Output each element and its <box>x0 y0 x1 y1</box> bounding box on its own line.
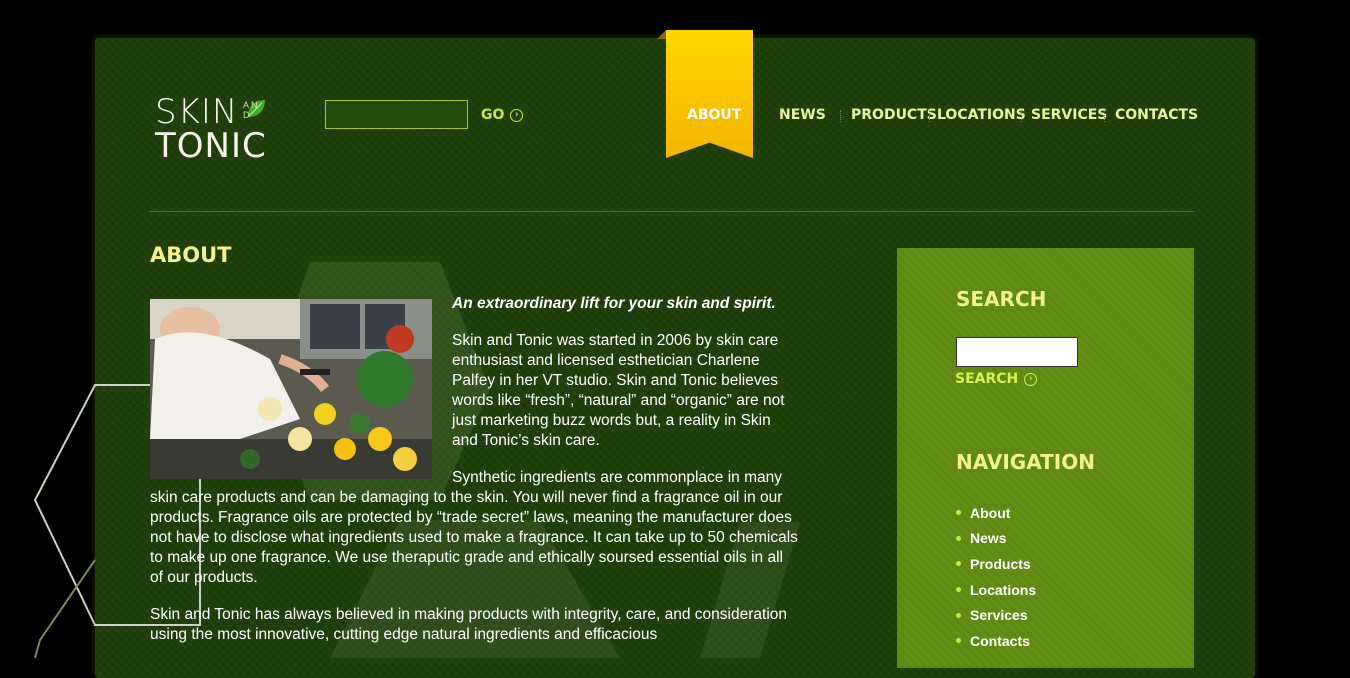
about-paragraph-3: Skin and Tonic has always believed in ma… <box>150 606 787 643</box>
bullet-icon <box>956 638 961 644</box>
sidebar-item-label: About <box>970 504 1011 521</box>
sidebar-item-services[interactable]: Services <box>956 602 1036 628</box>
arrow-right-circle-icon: › <box>510 108 524 122</box>
sidebar-item-locations[interactable]: Locations <box>956 577 1036 603</box>
bullet-icon <box>956 561 961 567</box>
sidebar-item-label: Contacts <box>970 632 1030 649</box>
ribbon-fold <box>657 30 666 39</box>
header-go-button[interactable]: GO › <box>481 107 524 123</box>
sidebar-navigation-heading: NAVIGATION <box>956 450 1095 474</box>
bullet-icon <box>956 535 961 541</box>
nav-locations[interactable]: LOCATIONS <box>937 107 1026 123</box>
sidebar-item-label: Services <box>970 607 1028 624</box>
sidebar-search-input[interactable] <box>956 337 1078 367</box>
sidebar-nav-list: About News Products Locations Services C… <box>956 500 1036 654</box>
nav-about[interactable]: ABOUT <box>687 107 741 123</box>
sidebar-search-label: SEARCH <box>955 371 1019 387</box>
nav-separator <box>929 110 930 122</box>
nav-services[interactable]: SERVICES <box>1031 107 1107 123</box>
header-divider <box>149 211 1194 212</box>
nav-products[interactable]: PRODUCTS <box>851 107 937 123</box>
sidebar: SEARCH SEARCH › NAVIGATION About News Pr… <box>897 248 1194 668</box>
sidebar-item-contacts[interactable]: Contacts <box>956 628 1036 654</box>
sidebar-search-heading: SEARCH <box>956 287 1047 311</box>
bullet-icon <box>956 510 961 516</box>
active-nav-ribbon <box>666 30 753 158</box>
arrow-right-circle-icon: › <box>1024 372 1038 386</box>
bullet-icon <box>956 587 961 593</box>
nav-separator <box>1104 110 1105 122</box>
nav-separator <box>1021 110 1022 122</box>
sidebar-item-label: Products <box>970 555 1031 572</box>
bullet-icon <box>956 612 961 618</box>
nav-separator <box>840 110 841 122</box>
brand-and: A N D <box>243 100 258 120</box>
about-content: An extraordinary lift for your skin and … <box>150 294 800 662</box>
brand-line1: SKIN <box>155 92 239 132</box>
sidebar-item-label: Locations <box>970 581 1037 598</box>
nav-news[interactable]: NEWS <box>779 107 826 123</box>
about-paragraph-1: Skin and Tonic was started in 2006 by sk… <box>452 332 785 449</box>
sidebar-item-news[interactable]: News <box>956 526 1036 552</box>
go-label: GO <box>481 107 505 123</box>
sidebar-search-button[interactable]: SEARCH › <box>955 371 1038 387</box>
brand-logo[interactable]: SKIN TONIC A N D <box>155 94 280 166</box>
sidebar-item-label: News <box>970 530 1007 547</box>
nav-contacts[interactable]: CONTACTS <box>1115 107 1198 123</box>
header-search-input[interactable] <box>325 100 468 129</box>
sidebar-item-products[interactable]: Products <box>956 551 1036 577</box>
brand-line2: TONIC <box>155 126 267 166</box>
about-paragraph-2: Synthetic ingredients are commonplace in… <box>150 469 798 586</box>
tagline: An extraordinary lift for your skin and … <box>452 295 776 312</box>
sidebar-item-about[interactable]: About <box>956 500 1036 526</box>
page-title: ABOUT <box>150 243 232 267</box>
